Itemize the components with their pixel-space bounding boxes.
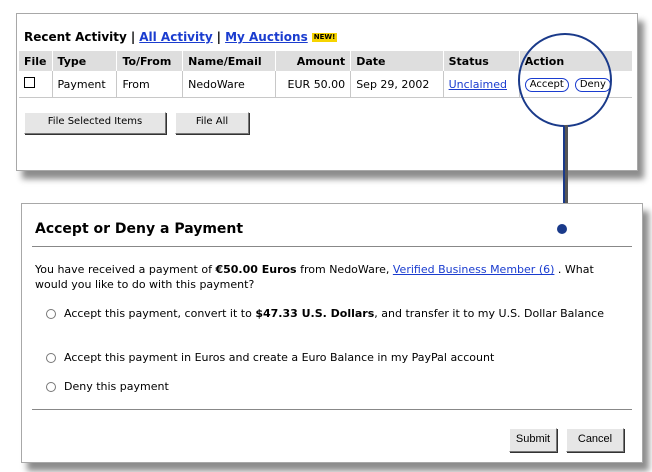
my-auctions-link[interactable]: My Auctions xyxy=(225,30,308,44)
option-text: Deny this payment xyxy=(64,380,169,393)
option-text: Accept this payment in Euros and create … xyxy=(64,351,495,364)
radio-convert-usd[interactable] xyxy=(46,309,56,319)
col-to-from: To/From xyxy=(116,51,184,71)
date-cell: Sep 29, 2002 xyxy=(350,71,444,98)
option-accept-euros[interactable]: Accept this payment in Euros and create … xyxy=(46,351,618,365)
intro-text: from NedoWare, xyxy=(296,263,393,276)
name-cell: NedoWare xyxy=(182,71,276,98)
activity-header: Recent Activity | All Activity | My Auctions… xyxy=(24,30,338,44)
file-checkbox[interactable] xyxy=(24,77,35,88)
activity-title: Recent Activity xyxy=(24,30,127,44)
status-cell: Unclaimed xyxy=(443,71,520,98)
file-all-button[interactable]: File All xyxy=(175,112,249,134)
col-date: Date xyxy=(350,51,444,71)
intro-text: You have received a payment of xyxy=(35,263,216,276)
col-amount: Amount xyxy=(275,51,352,71)
option-text: Accept this payment, convert it to xyxy=(64,307,256,320)
col-name-email: Name/Email xyxy=(182,51,276,71)
payment-title: Accept or Deny a Payment xyxy=(35,221,244,237)
separator: | xyxy=(216,30,222,44)
status-unclaimed-link[interactable]: Unclaimed xyxy=(449,78,507,91)
col-file: File xyxy=(19,51,53,71)
new-badge: NEW! xyxy=(311,33,338,42)
option-amount: $47.33 U.S. Dollars xyxy=(255,307,375,320)
option-convert-usd[interactable]: Accept this payment, convert it to $47.3… xyxy=(46,307,618,321)
radio-accept-euros[interactable] xyxy=(46,353,56,363)
all-activity-link[interactable]: All Activity xyxy=(139,30,212,44)
submit-button[interactable]: Submit xyxy=(509,428,557,452)
cancel-button[interactable]: Cancel xyxy=(566,428,624,452)
separator: | xyxy=(130,30,136,44)
payment-intro: You have received a payment of €50.00 Eu… xyxy=(35,262,620,292)
type-cell: Payment xyxy=(52,71,118,98)
file-cell xyxy=(19,71,53,98)
accept-deny-panel: Accept or Deny a Payment You have receiv… xyxy=(21,203,643,463)
file-selected-items-button[interactable]: File Selected Items xyxy=(24,112,166,134)
option-text: , and transfer it to my U.S. Dollar Bala… xyxy=(374,307,604,320)
verified-business-member-link[interactable]: Verified Business Member (6) xyxy=(393,263,555,276)
amount-cell: EUR 50.00 xyxy=(275,71,352,98)
to-from-cell: From xyxy=(116,71,184,98)
intro-amount: €50.00 Euros xyxy=(215,263,297,276)
magnifier-callout xyxy=(518,33,612,127)
callout-pin xyxy=(557,224,567,234)
divider xyxy=(32,246,632,247)
divider xyxy=(32,409,632,410)
option-deny[interactable]: Deny this payment xyxy=(46,380,618,394)
col-type: Type xyxy=(52,51,118,71)
radio-deny[interactable] xyxy=(46,382,56,392)
col-status: Status xyxy=(443,51,520,71)
